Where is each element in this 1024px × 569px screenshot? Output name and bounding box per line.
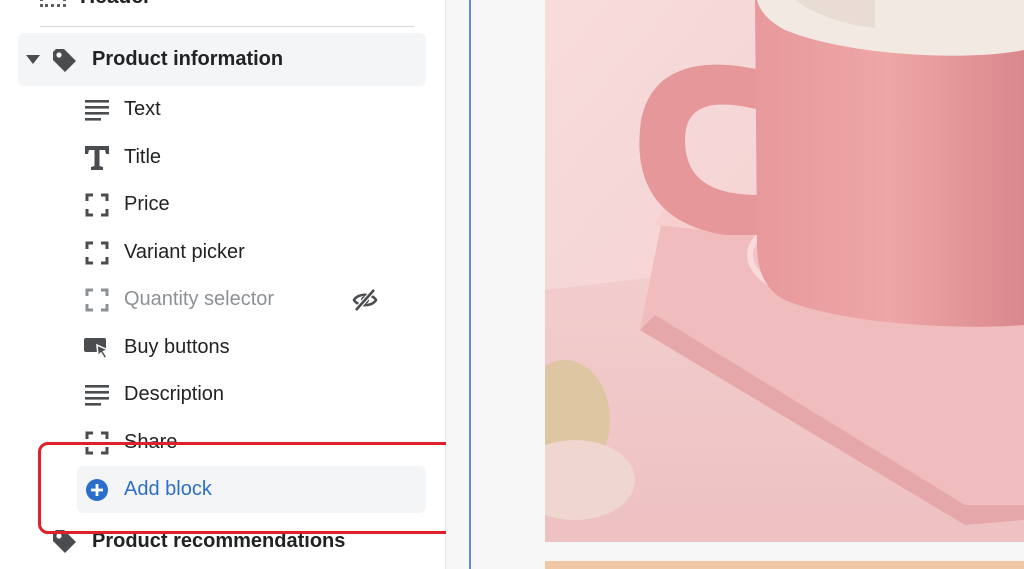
block-buy-buttons[interactable]: Buy buttons — [77, 324, 426, 371]
block-label: Title — [124, 146, 162, 168]
text-lines-icon — [85, 99, 109, 121]
dashed-frame-icon — [85, 288, 109, 311]
sidebar-item-header[interactable]: Header — [40, 0, 151, 12]
block-title[interactable]: Title — [77, 134, 426, 181]
section-title: Product information — [92, 48, 284, 70]
block-description[interactable]: Description — [77, 371, 426, 418]
block-label: Quantity selector — [124, 288, 275, 310]
highlight-annotation-box — [38, 442, 461, 534]
sidebar-item-label: Header — [80, 0, 151, 9]
dashed-frame-icon — [85, 193, 109, 216]
block-label: Buy buttons — [124, 336, 230, 358]
header-section-icon — [40, 0, 66, 7]
next-product-image-edge — [545, 561, 1024, 569]
text-lines-icon — [85, 384, 109, 406]
eye-slash-icon[interactable] — [352, 287, 378, 313]
buy-buttons-icon — [84, 337, 110, 360]
divider — [40, 26, 414, 27]
caret-down-icon[interactable] — [26, 55, 40, 64]
product-image-mug — [545, 0, 1024, 542]
block-variant-picker[interactable]: Variant picker — [77, 229, 426, 276]
block-quantity-selector[interactable]: Quantity selector — [77, 276, 426, 323]
block-label: Description — [124, 383, 225, 405]
dashed-frame-icon — [85, 241, 109, 264]
section-product-information[interactable]: Product information — [18, 33, 426, 86]
block-label: Variant picker — [124, 241, 245, 263]
title-t-icon — [85, 145, 109, 170]
block-label: Price — [124, 193, 170, 215]
tag-icon — [53, 48, 76, 72]
block-text[interactable]: Text — [77, 86, 426, 133]
block-price[interactable]: Price — [77, 181, 426, 228]
block-label: Text — [124, 98, 161, 120]
preview-frame-edge — [469, 0, 471, 569]
